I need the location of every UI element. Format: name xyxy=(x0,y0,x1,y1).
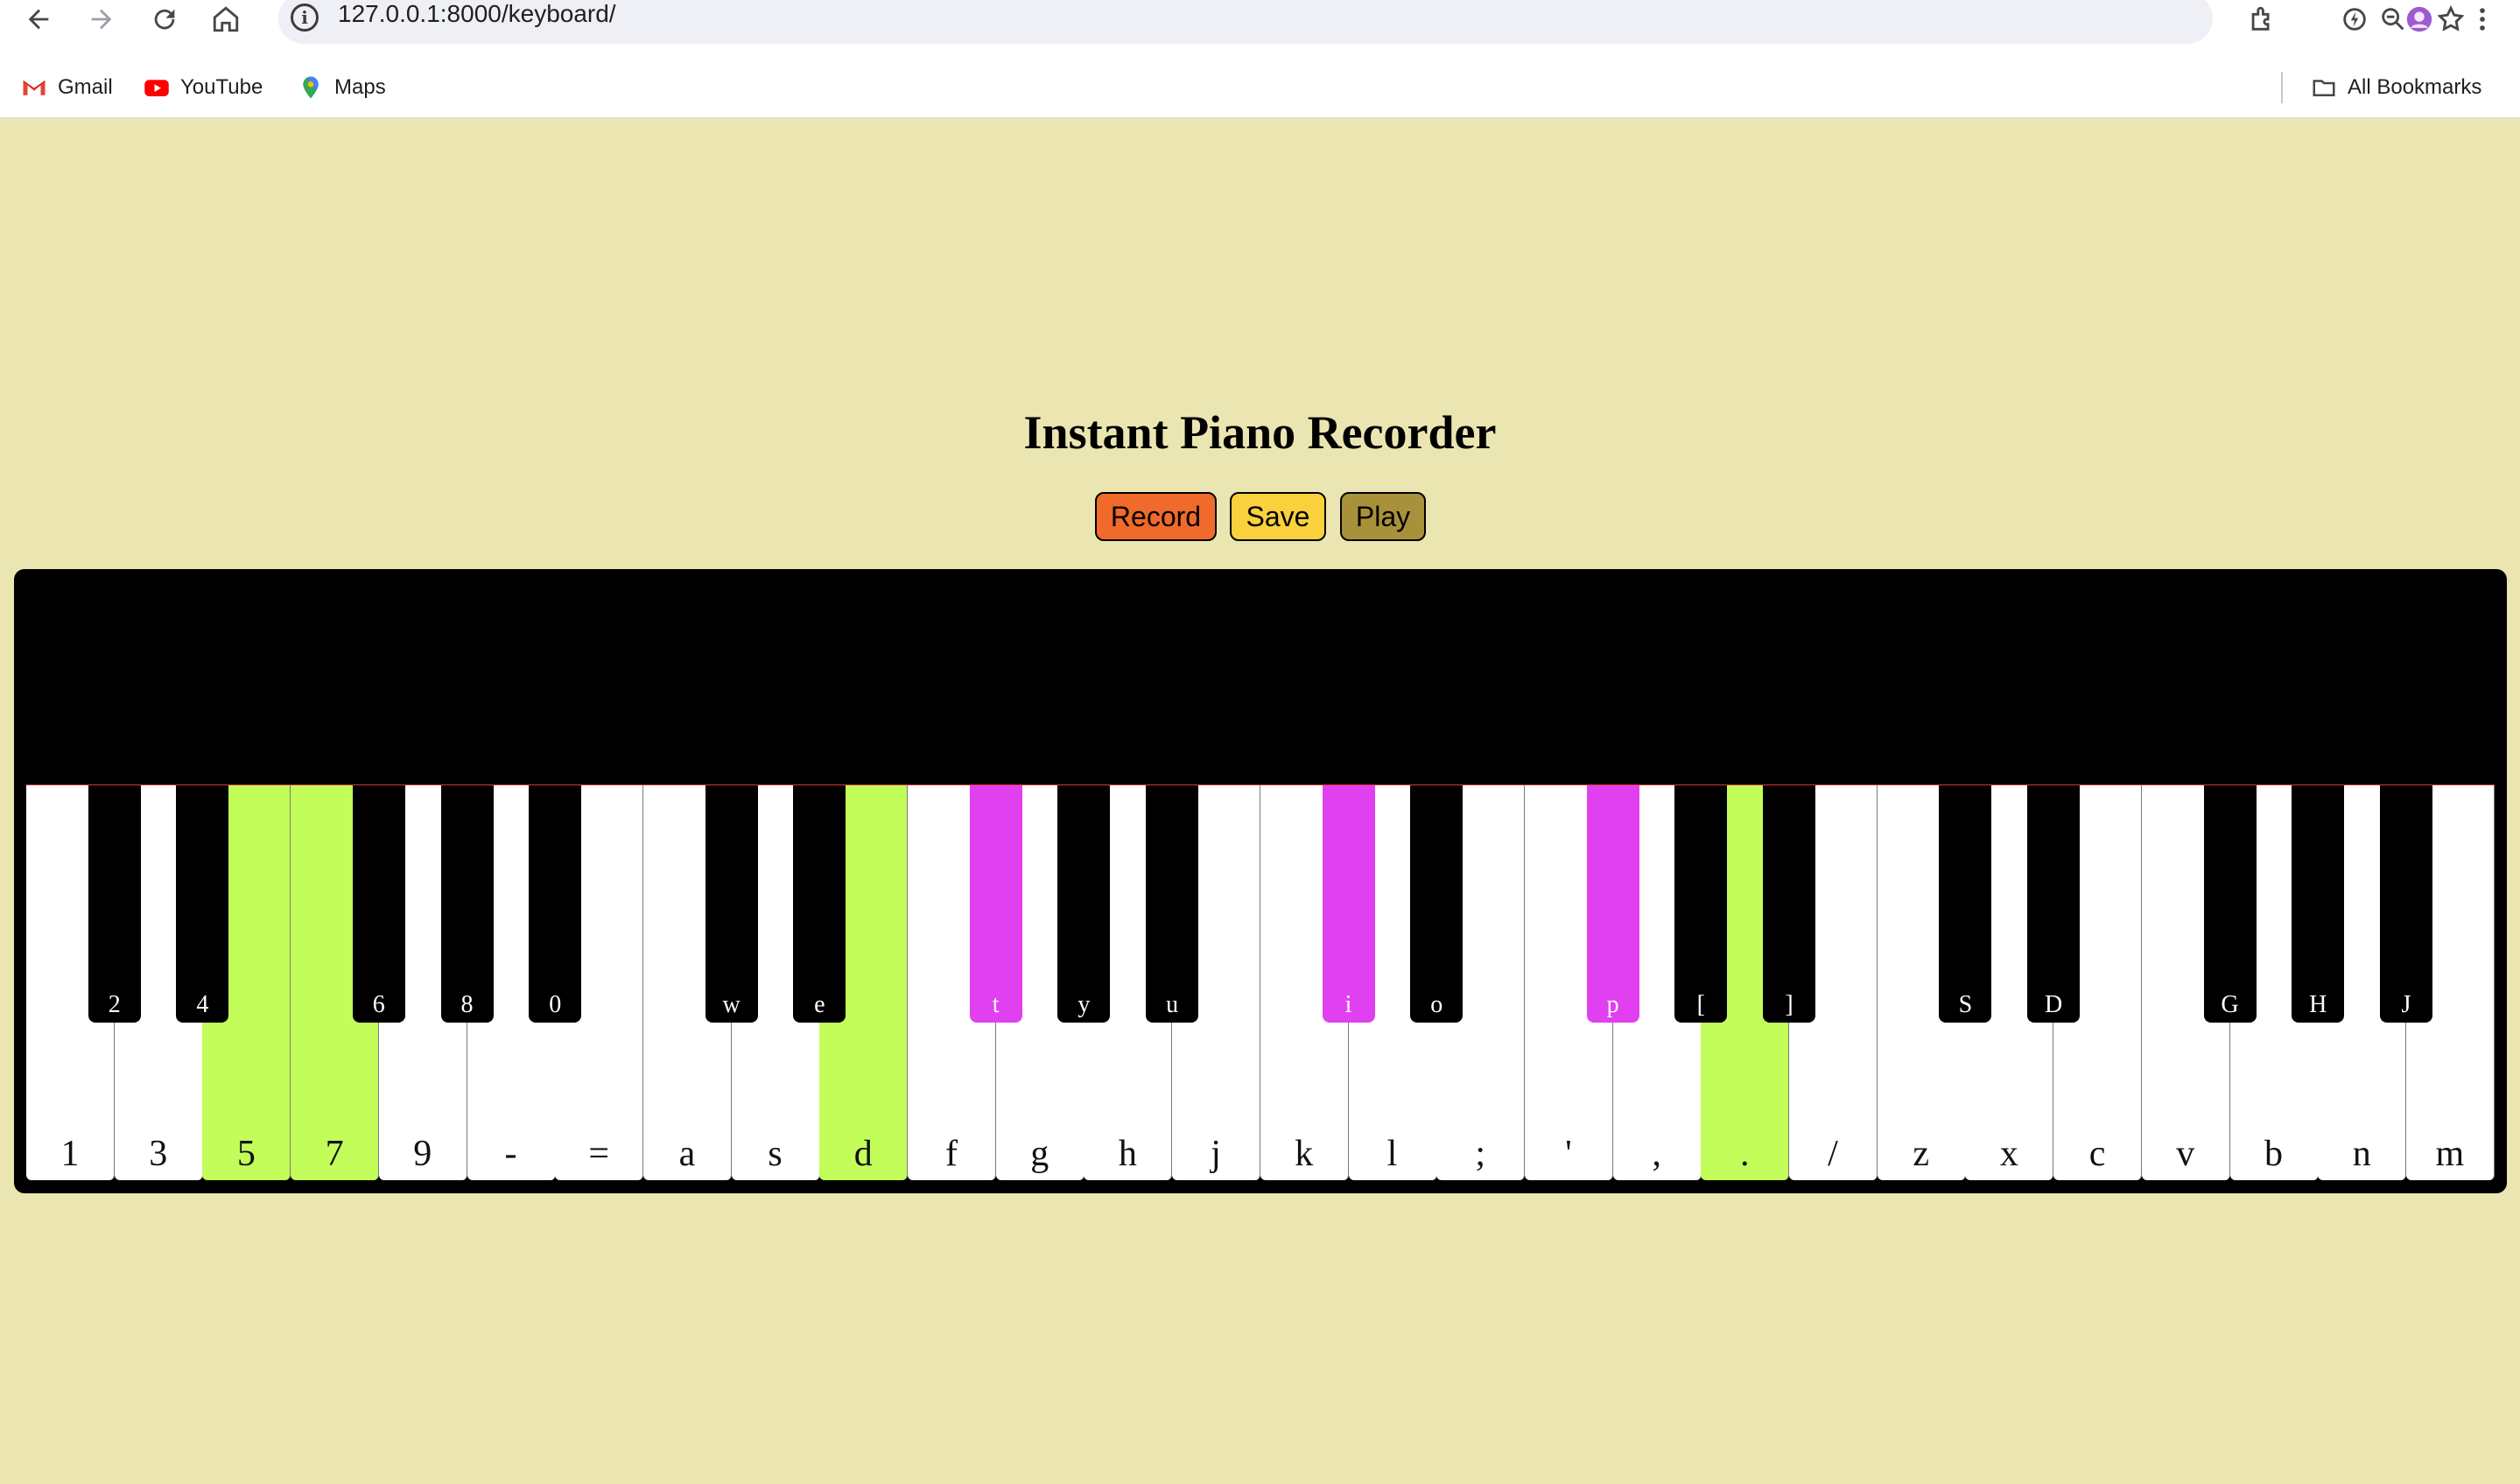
black-key-label: 4 xyxy=(196,991,209,1018)
black-key[interactable]: 6 xyxy=(352,784,405,1023)
controls: Record Save Play xyxy=(0,492,2520,543)
black-key[interactable]: 8 xyxy=(440,784,494,1023)
bookmarks-separator xyxy=(2281,72,2283,103)
black-key[interactable]: e xyxy=(793,784,846,1023)
piano-keyboard: 1 3 5 7 9 - = a s d f g h j k l; ',. / z x c v b n m 2 4 6 8 0 w e t y u i o… xyxy=(14,569,2507,1193)
black-key-label: J xyxy=(2401,991,2411,1018)
white-key-label: , xyxy=(1652,1134,1661,1174)
black-key-label: 6 xyxy=(372,991,385,1018)
white-key-label: c xyxy=(2088,1134,2106,1174)
black-key[interactable]: J xyxy=(2379,784,2432,1023)
white-key-label: d xyxy=(853,1134,873,1174)
black-key[interactable]: D xyxy=(2027,784,2081,1023)
performance-icon[interactable] xyxy=(2330,0,2379,39)
white-key-label: f xyxy=(945,1134,958,1174)
bookmark-gmail[interactable]: Gmail xyxy=(21,68,113,107)
white-key-label: s xyxy=(768,1134,783,1174)
black-key-label: 2 xyxy=(108,991,121,1018)
extensions-icon[interactable] xyxy=(2237,0,2286,39)
url-text: 127.0.0.1:8000/keyboard/ xyxy=(338,0,616,27)
all-bookmarks[interactable]: All Bookmarks xyxy=(2311,68,2481,107)
black-key[interactable]: 0 xyxy=(529,784,582,1023)
black-key-label: H xyxy=(2309,991,2327,1018)
white-key-label: / xyxy=(1828,1134,1838,1174)
black-key[interactable]: i xyxy=(1322,784,1375,1023)
white-key-label: x xyxy=(1999,1134,2018,1174)
bookmark-youtube[interactable]: YouTube xyxy=(144,68,263,107)
black-key[interactable]: t xyxy=(969,784,1022,1023)
white-key-label: ' xyxy=(1565,1134,1572,1174)
white-key-label: 5 xyxy=(236,1134,256,1174)
reload-icon[interactable] xyxy=(140,0,189,39)
piano-keys: 1 3 5 7 9 - = a s d f g h j k l; ',. / z x c v b n m 2 4 6 8 0 w e t y u i o… xyxy=(26,784,2495,1180)
white-key-label: . xyxy=(1740,1134,1750,1174)
white-key-label: g xyxy=(1030,1134,1049,1174)
white-key-label: 1 xyxy=(60,1134,80,1174)
address-bar[interactable]: i 127.0.0.1:8000/keyboard/ xyxy=(278,0,2465,44)
black-key[interactable]: S xyxy=(1939,784,1992,1023)
gmail-icon xyxy=(21,74,47,101)
white-key-label: 9 xyxy=(413,1134,432,1174)
white-key-label: m xyxy=(2435,1134,2465,1174)
black-key[interactable]: [ xyxy=(1674,784,1728,1023)
black-key-label: t xyxy=(992,991,1000,1018)
black-key-label: 8 xyxy=(460,991,474,1018)
white-key-label: j xyxy=(1211,1134,1221,1174)
black-key-label: e xyxy=(814,991,825,1018)
black-key-label: ] xyxy=(1785,991,1793,1018)
black-key[interactable]: u xyxy=(1146,784,1199,1023)
black-key-label: [ xyxy=(1696,991,1705,1018)
black-key-label: D xyxy=(2044,991,2063,1018)
black-key[interactable]: 4 xyxy=(176,784,229,1023)
home-icon[interactable] xyxy=(201,0,250,39)
browser-chrome: i 127.0.0.1:8000/keyboard/ Gmail YouTube… xyxy=(0,0,2520,118)
black-key-label: i xyxy=(1344,991,1352,1018)
black-key-label: o xyxy=(1430,991,1443,1018)
black-key[interactable]: p xyxy=(1586,784,1639,1023)
white-key-label: k xyxy=(1295,1134,1314,1174)
white-key-label: = xyxy=(588,1134,610,1174)
white-key-label: v xyxy=(2176,1134,2195,1174)
black-key[interactable]: H xyxy=(2292,784,2345,1023)
record-button[interactable]: Record xyxy=(1095,492,1217,541)
back-arrow-icon[interactable] xyxy=(14,0,63,39)
black-key[interactable]: ] xyxy=(1763,784,1815,1023)
white-key-label: h xyxy=(1118,1134,1137,1174)
black-key-label: p xyxy=(1606,991,1619,1018)
black-key[interactable]: y xyxy=(1057,784,1111,1023)
white-key-label: n xyxy=(2352,1134,2371,1174)
white-key-label: l xyxy=(1386,1134,1398,1174)
black-key[interactable]: 2 xyxy=(88,784,141,1023)
maps-pin-icon xyxy=(298,74,324,101)
bookmark-maps[interactable]: Maps xyxy=(298,68,386,107)
forward-arrow-icon[interactable] xyxy=(77,0,126,39)
site-info-icon[interactable]: i xyxy=(291,4,319,32)
white-key-label: - xyxy=(504,1134,517,1174)
save-button[interactable]: Save xyxy=(1230,492,1326,541)
black-key-label: y xyxy=(1077,991,1091,1018)
black-key[interactable]: o xyxy=(1410,784,1464,1023)
play-button[interactable]: Play xyxy=(1340,492,1426,541)
black-key-label: G xyxy=(2221,991,2239,1018)
black-key-label: u xyxy=(1166,991,1179,1018)
white-key-label: b xyxy=(2264,1134,2283,1174)
white-key-label: z xyxy=(1913,1134,1930,1174)
white-key-label: 3 xyxy=(149,1134,168,1174)
black-key-label: w xyxy=(722,991,741,1018)
white-key-label: a xyxy=(678,1134,696,1174)
black-key-label: S xyxy=(1958,991,1973,1018)
page-title: Instant Piano Recorder xyxy=(1023,406,1497,459)
black-key-label: 0 xyxy=(549,991,562,1018)
folder-icon xyxy=(2311,74,2337,101)
white-key-label: ; xyxy=(1475,1134,1486,1174)
white-key-label: 7 xyxy=(325,1134,344,1174)
profile-avatar[interactable] xyxy=(2395,0,2444,39)
bookmarks-bar: Gmail YouTube Maps All Bookmarks xyxy=(0,68,2520,107)
black-key[interactable]: w xyxy=(705,784,758,1023)
menu-kebab-icon[interactable] xyxy=(2458,0,2507,39)
black-key[interactable]: G xyxy=(2203,784,2257,1023)
youtube-icon xyxy=(144,74,170,101)
